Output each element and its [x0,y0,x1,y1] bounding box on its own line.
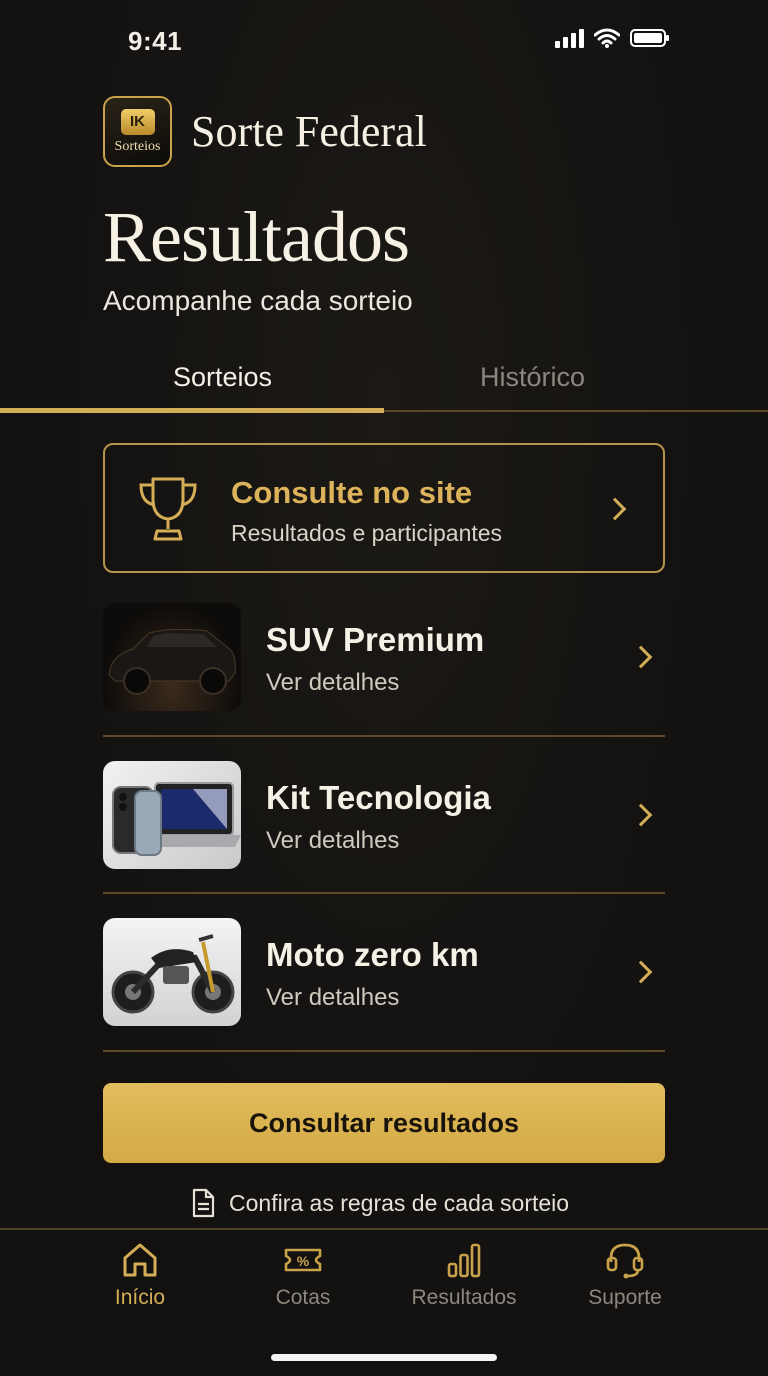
app-screen: 9:41 IK Sorteios Sorte Federal Resultado… [0,0,768,1376]
motorcycle-image [103,918,241,1026]
rules-label: Confira as regras de cada sorteio [229,1189,570,1216]
highlight-title: Consulte no site [231,475,473,510]
page-subtitle: Acompanhe cada sorteio [103,285,413,316]
item-subtitle: Ver detalhes [266,669,400,696]
nav-label: Resultados [411,1286,517,1309]
brand-name: Sorte Federal [191,107,427,156]
page-title: Resultados [103,197,410,277]
tab-sorteios[interactable]: Sorteios [173,362,272,393]
trophy-icon [139,477,197,541]
logo-text: Sorteios [114,138,161,154]
signal-icon [555,28,584,48]
nav-label: Início [114,1286,166,1309]
consult-site-card[interactable]: Consulte no site Resultados e participan… [103,443,665,573]
headset-icon [606,1243,644,1279]
bar-chart-icon [447,1243,481,1278]
ticket-icon: % [284,1248,322,1272]
item-title: Moto zero km [266,936,479,973]
home-icon [123,1243,157,1277]
list-divider [103,892,665,894]
chevron-right-icon [629,645,653,669]
list-item[interactable]: Kit Tecnologia Ver detalhes [103,761,665,918]
chevron-right-icon [603,497,627,521]
svg-text:%: % [297,1253,310,1269]
nav-divider [0,1228,768,1230]
nav-suporte[interactable]: Suporte [555,1240,695,1310]
list-divider [103,735,665,737]
nav-label: Cotas [275,1286,331,1309]
item-subtitle: Ver detalhes [266,827,400,854]
tab-active-indicator [0,408,384,413]
chevron-right-icon [629,803,653,827]
rules-link[interactable]: Confira as regras de cada sorteio [191,1188,569,1218]
nav-inicio[interactable]: Início [70,1240,210,1310]
nav-label: Suporte [588,1286,662,1309]
tech-kit-image [103,761,241,869]
item-subtitle: Ver detalhes [266,984,400,1011]
suv-image [103,603,241,711]
document-icon [192,1188,215,1218]
home-indicator[interactable] [271,1354,497,1361]
status-time: 9:41 [128,26,183,56]
brand-logo: IK Sorteios [103,96,172,167]
highlight-subtitle: Resultados e participantes [231,520,503,546]
chevron-right-icon [629,960,653,984]
consult-results-button[interactable]: Consultar resultados [103,1083,665,1163]
wifi-icon [594,28,620,48]
status-icons [555,28,670,48]
tab-historico[interactable]: Histórico [480,362,585,393]
item-title: Kit Tecnologia [266,779,491,816]
list-divider [103,1050,665,1052]
nav-resultados[interactable]: Resultados [394,1240,534,1310]
nav-cotas[interactable]: % Cotas [233,1240,373,1310]
battery-icon [630,29,669,47]
logo-mark: IK [120,108,155,135]
item-title: SUV Premium [266,621,485,658]
